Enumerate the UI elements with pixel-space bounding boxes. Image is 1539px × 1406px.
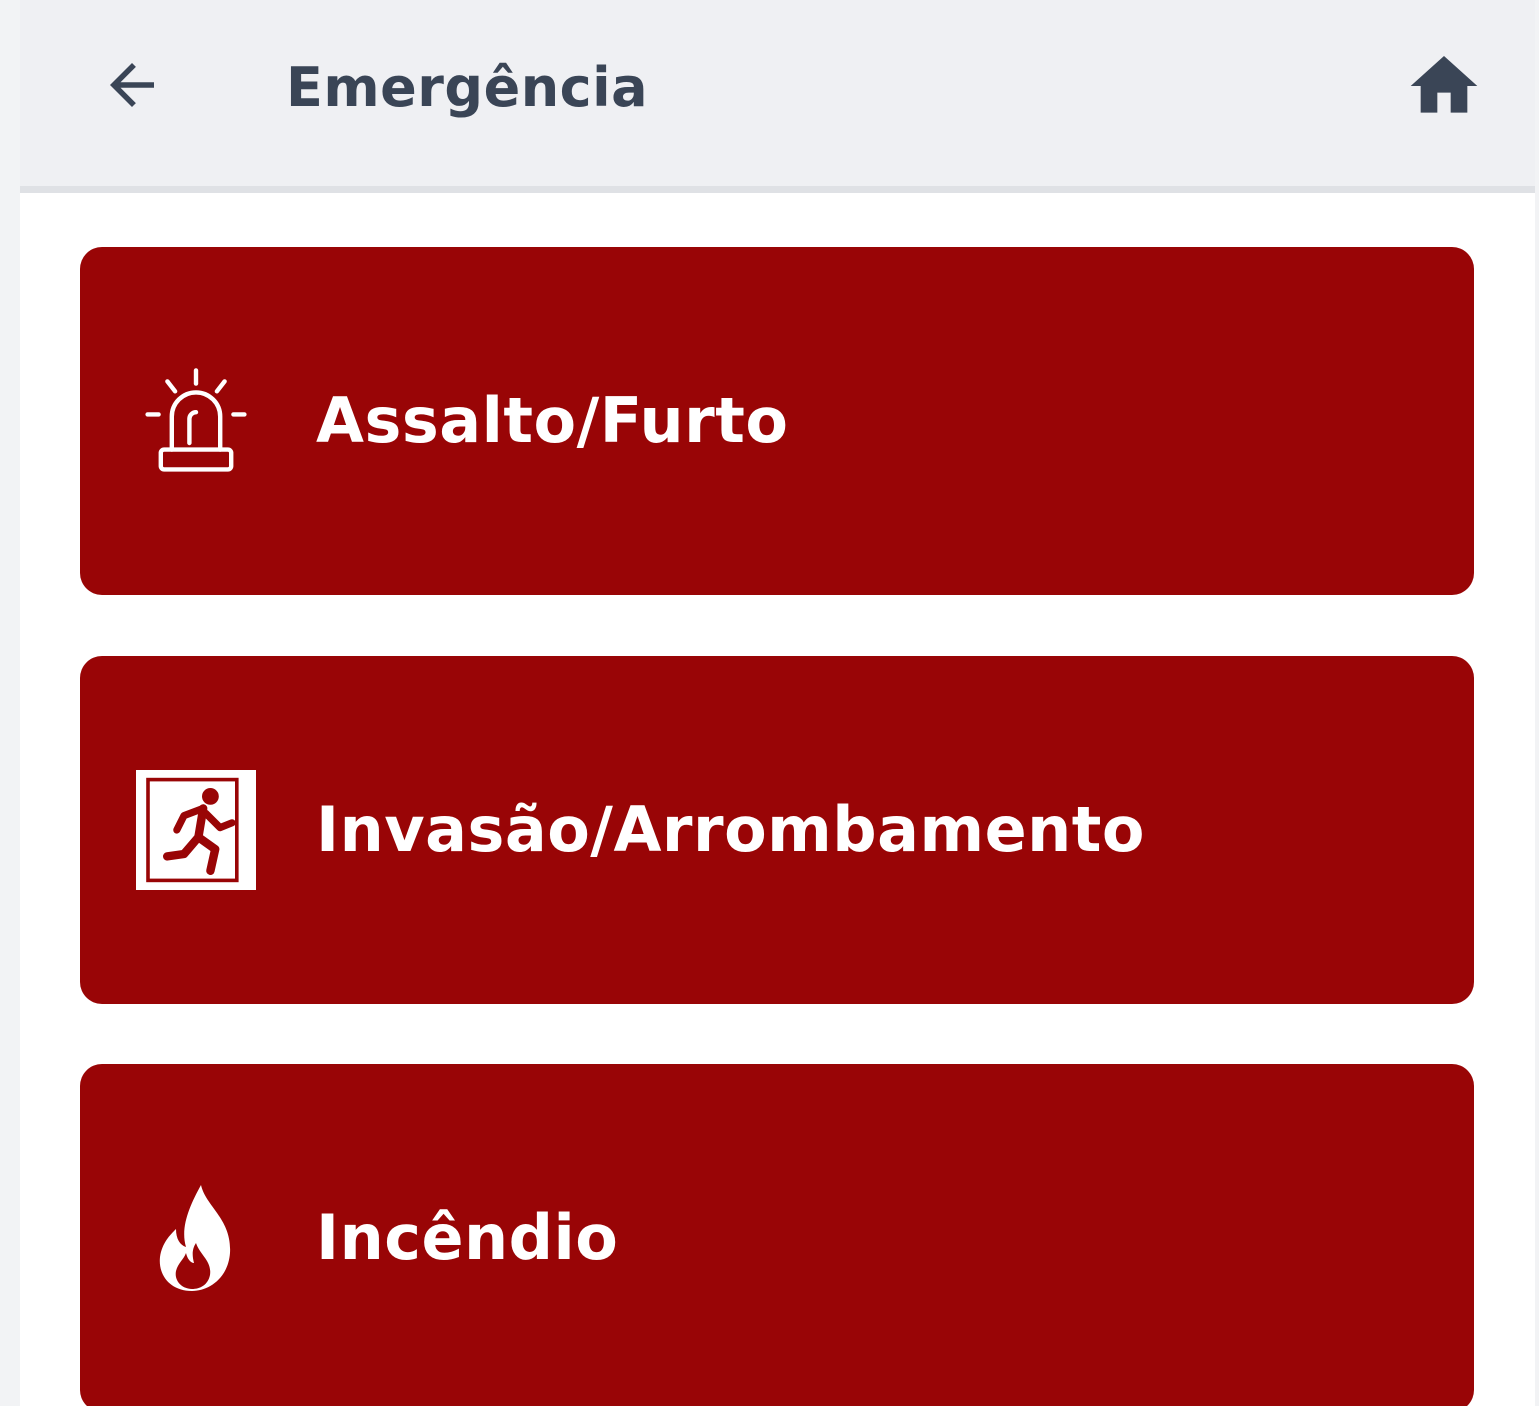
home-button[interactable] [1402, 44, 1486, 128]
option-invasao-arrombamento-button[interactable]: Invasão/Arrombamento [80, 656, 1474, 1004]
option-label: Assalto/Furto [316, 384, 789, 457]
content-area: Assalto/Furto Invasão/Arrombamento Incên… [20, 193, 1535, 1406]
exit-running-person-icon [136, 770, 256, 890]
option-assalto-furto-button[interactable]: Assalto/Furto [80, 247, 1474, 595]
fire-icon [136, 1178, 256, 1298]
option-label: Incêndio [316, 1201, 619, 1274]
option-label: Invasão/Arrombamento [316, 793, 1146, 866]
app-bar: Emergência [20, 0, 1535, 193]
back-button[interactable] [92, 40, 172, 130]
siren-icon [136, 361, 256, 481]
emergency-screen: Emergência Assalto/Furto Invasão/Arromba… [0, 0, 1539, 1406]
arrow-left-icon [110, 63, 154, 107]
option-incendio-button[interactable]: Incêndio [80, 1064, 1474, 1406]
page-title: Emergência [286, 56, 649, 119]
home-icon [1410, 56, 1478, 113]
